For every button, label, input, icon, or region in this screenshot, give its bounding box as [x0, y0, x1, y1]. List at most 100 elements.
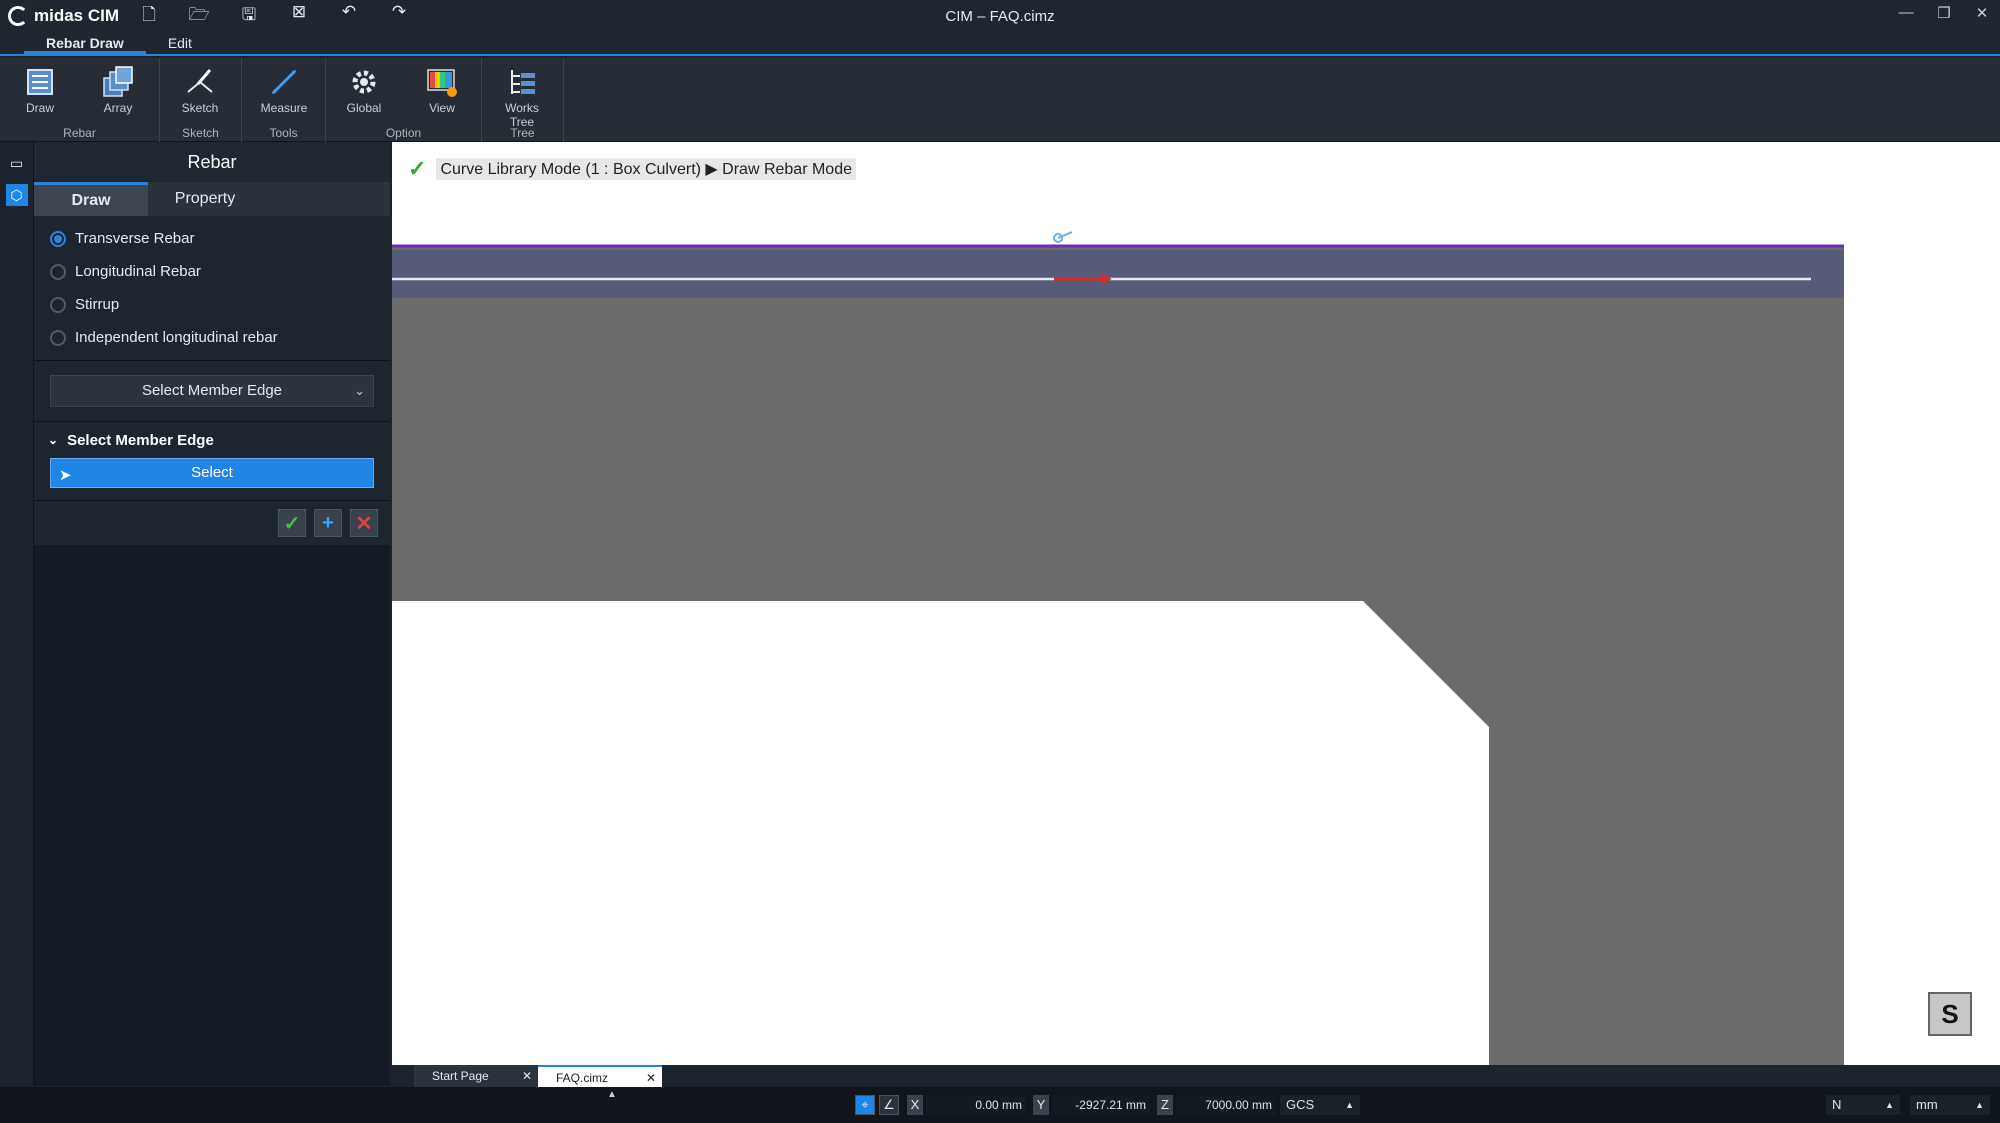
edge-highlight — [392, 250, 1844, 298]
method-section: Select Member Edge ⌄ — [34, 361, 390, 422]
view-button[interactable]: View — [412, 62, 472, 120]
close-file-icon[interactable]: ⊠ — [285, 2, 313, 31]
ribbon-group-sketch: Sketch Sketch — [160, 58, 242, 142]
select-label: Select — [191, 464, 233, 481]
method-dropdown[interactable]: Select Member Edge ⌄ — [50, 375, 374, 407]
snap-toggle-icon[interactable]: ⌖ — [855, 1095, 875, 1115]
coordinate-system-select[interactable]: GCS ▲ — [1280, 1095, 1360, 1115]
rebar-panel: Rebar Draw Property Transverse Rebar Lon… — [34, 142, 390, 1086]
quick-access-toolbar: 🗋 🗁 🖫 ⊠ ↶ ↷ — [135, 2, 413, 31]
view-cube[interactable]: S — [1928, 992, 1972, 1036]
app-logo: midas CIM — [8, 6, 119, 26]
radio-label: Stirrup — [75, 296, 120, 313]
doc-tab-start-page[interactable]: Start Page ✕ — [414, 1065, 538, 1087]
plus-icon: + — [322, 511, 334, 534]
coord-system-value: GCS — [1286, 1097, 1315, 1112]
panel-title: Rebar — [34, 142, 390, 182]
select-button[interactable]: ➤ Select — [50, 458, 374, 488]
status-bar: ▲ ⌖ ∠ X 0.00 mm Y -2927.21 mm Z 7000.00 … — [0, 1087, 2000, 1123]
tab-property[interactable]: Property — [148, 182, 262, 216]
tab-draw[interactable]: Draw — [34, 182, 148, 216]
radio-label: Independent longitudinal rebar — [75, 329, 278, 346]
rebar-type-group: Transverse Rebar Longitudinal Rebar Stir… — [34, 216, 390, 361]
monitor-icon[interactable]: ▭ — [6, 152, 28, 174]
undo-icon[interactable]: ↶ — [335, 2, 363, 31]
ribbon-group-tree: Works Tree Tree — [482, 58, 564, 142]
select-edge-section: ⌄ Select Member Edge ➤ Select — [34, 422, 390, 501]
x-coordinate[interactable]: 0.00 mm — [926, 1095, 1026, 1115]
doc-tab-faq[interactable]: FAQ.cimz ✕ — [538, 1065, 662, 1087]
check-icon: ✓ — [283, 512, 301, 535]
open-folder-icon[interactable]: 🗁 — [185, 2, 213, 31]
radio-longitudinal-rebar[interactable]: Longitudinal Rebar — [34, 255, 390, 288]
unit-select[interactable]: mm ▲ — [1910, 1095, 1990, 1115]
ribbon: Draw Array Rebar Sketch Sketch Measure T… — [0, 58, 2000, 142]
unit-value: mm — [1916, 1097, 1938, 1112]
chevron-up-icon[interactable]: ▲ — [607, 1089, 617, 1100]
array-label: Array — [103, 101, 133, 115]
breadcrumb-text: Curve Library Mode (1 : Box Culvert) ▶ D… — [436, 158, 856, 180]
save-icon[interactable]: 🖫 — [235, 2, 263, 31]
close-icon[interactable]: ✕ — [522, 1065, 532, 1087]
left-icon-strip: ▭ ⬡ — [0, 142, 34, 1086]
ribbon-group-rebar: Draw Array Rebar — [0, 58, 160, 142]
x-label: X — [907, 1095, 923, 1115]
model-viewport[interactable]: ✓ Curve Library Mode (1 : Box Culvert) ▶… — [392, 142, 2000, 1065]
works-tree-button[interactable]: Works Tree — [492, 62, 552, 129]
draw-label: Draw — [25, 101, 54, 115]
breadcrumb-draw-mode: Draw Rebar Mode — [722, 161, 852, 178]
works-tree-label: Works Tree — [505, 101, 539, 129]
radio-icon — [50, 263, 66, 280]
radio-icon — [50, 329, 66, 346]
new-file-icon[interactable]: 🗋 — [135, 2, 163, 31]
cube-icon[interactable]: ⬡ — [5, 184, 28, 206]
sketch-icon — [187, 69, 213, 93]
snap-mode-select[interactable]: N ▲ — [1826, 1095, 1900, 1115]
doc-tab-label: FAQ.cimz — [556, 1071, 609, 1085]
array-icon — [103, 66, 133, 97]
close-icon[interactable]: ✕ — [1974, 4, 1990, 22]
draw-button[interactable]: Draw — [10, 62, 70, 120]
z-coordinate[interactable]: 7000.00 mm — [1176, 1095, 1276, 1115]
tab-rebar-draw[interactable]: Rebar Draw — [24, 32, 146, 54]
culvert-section[interactable] — [392, 246, 1844, 1065]
close-icon: ✕ — [355, 512, 373, 535]
apply-button[interactable]: ✓ — [278, 509, 306, 537]
doc-tab-label: Start Page — [432, 1069, 489, 1083]
redo-icon[interactable]: ↷ — [385, 2, 413, 31]
draw-rebar-icon — [27, 69, 53, 95]
radio-stirrup[interactable]: Stirrup — [34, 288, 390, 321]
chevron-up-icon: ▲ — [1885, 1100, 1894, 1110]
section-header[interactable]: ⌄ Select Member Edge — [34, 422, 390, 458]
radio-label: Longitudinal Rebar — [75, 263, 201, 280]
breadcrumb-curve-mode: Curve Library Mode (1 : Box Culvert) — [440, 161, 701, 178]
angle-toggle-icon[interactable]: ∠ — [879, 1095, 899, 1115]
cursor-icon: ➤ — [59, 467, 72, 484]
sketch-button[interactable]: Sketch — [170, 62, 230, 120]
chevron-up-icon: ▲ — [1975, 1100, 1984, 1110]
global-button[interactable]: Global — [334, 62, 394, 120]
y-coordinate[interactable]: -2927.21 mm — [1052, 1095, 1150, 1115]
close-icon[interactable]: ✕ — [646, 1067, 656, 1089]
panel-tabs: Draw Property — [34, 182, 390, 216]
add-button[interactable]: + — [314, 509, 342, 537]
ribbon-group-option: Global View Option — [326, 58, 482, 142]
measure-button[interactable]: Measure — [254, 62, 314, 120]
check-icon: ✓ — [408, 156, 427, 181]
array-button[interactable]: Array — [88, 62, 148, 120]
radio-independent-longitudinal-rebar[interactable]: Independent longitudinal rebar — [34, 321, 390, 354]
section-title: Select Member Edge — [67, 431, 214, 449]
cancel-button[interactable]: ✕ — [350, 509, 378, 537]
sketch-label: Sketch — [181, 101, 219, 115]
view-settings-icon — [427, 69, 457, 97]
model-canvas[interactable] — [392, 142, 2000, 1065]
chevron-down-icon: ⌄ — [48, 433, 59, 447]
global-label: Global — [346, 101, 382, 115]
tree-icon — [511, 70, 535, 94]
tab-edit[interactable]: Edit — [146, 32, 214, 54]
radio-label: Transverse Rebar — [75, 230, 195, 247]
radio-transverse-rebar[interactable]: Transverse Rebar — [34, 222, 390, 255]
measure-icon — [272, 70, 296, 94]
restore-icon[interactable]: ❐ — [1936, 4, 1952, 22]
minimize-icon[interactable]: — — [1898, 4, 1914, 22]
